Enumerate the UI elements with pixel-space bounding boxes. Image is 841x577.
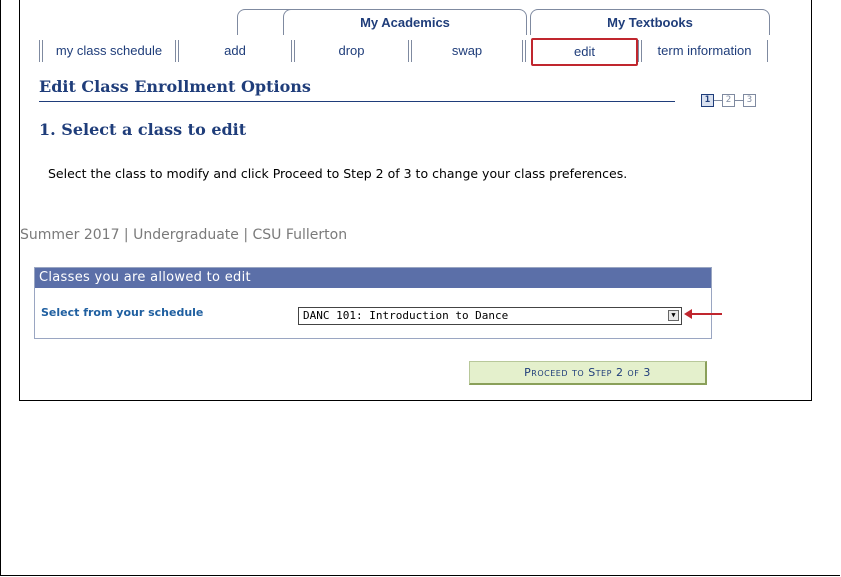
proceed-button[interactable]: Proceed to Step 2 of 3 [469, 361, 707, 385]
page-title: Edit Class Enrollment Options [39, 77, 311, 96]
screenshot-frame: Enroll My Academics My Textbooks my clas… [19, 0, 812, 401]
subtab-swap[interactable]: swap [412, 40, 522, 62]
step-indicator-3: 3 [743, 94, 756, 107]
red-arrow-shaft [690, 313, 722, 315]
select-from-schedule-label: Select from your schedule [41, 306, 204, 319]
step-connector [735, 100, 743, 101]
classes-grid: Classes you are allowed to edit Select f… [34, 267, 712, 339]
subtab-drop[interactable]: drop [295, 40, 408, 62]
subtab-separator [522, 40, 526, 62]
instructions-text: Select the class to modify and click Pro… [48, 166, 628, 181]
subtab-add[interactable]: add [179, 40, 291, 62]
step-heading: 1. Select a class to edit [39, 120, 247, 139]
subtab-separator [767, 40, 768, 62]
class-select-dropdown[interactable]: DANC 101: Introduction to Dance ▼ [298, 307, 682, 325]
subtab-term-information[interactable]: term information [642, 40, 767, 62]
term-info: Summer 2017 | Undergraduate | CSU Fuller… [20, 227, 348, 243]
title-rule [39, 101, 675, 102]
step-indicator-2: 2 [722, 94, 735, 107]
step-indicator-1: 1 [701, 94, 714, 107]
classes-grid-header: Classes you are allowed to edit [35, 268, 711, 288]
subtab-my-class-schedule[interactable]: my class schedule [43, 40, 175, 62]
tab-my-academics[interactable]: My Academics [283, 9, 527, 35]
subtab-edit[interactable]: edit [531, 38, 638, 66]
chevron-down-icon[interactable]: ▼ [668, 310, 679, 321]
class-select-value: DANC 101: Introduction to Dance [303, 309, 509, 322]
step-connector [714, 100, 722, 101]
tab-my-textbooks[interactable]: My Textbooks [530, 9, 770, 35]
